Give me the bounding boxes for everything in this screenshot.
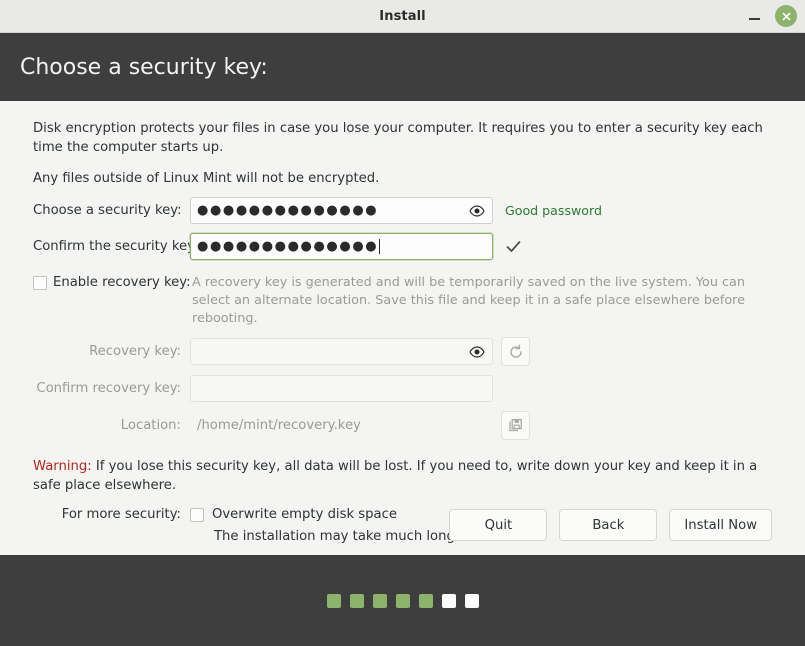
install-window: Install Choose a security key: Disk encr… bbox=[0, 0, 805, 646]
minimize-icon[interactable] bbox=[745, 7, 763, 25]
eye-icon[interactable] bbox=[469, 203, 485, 219]
password-strength-text: Good password bbox=[505, 203, 602, 218]
security-key-value: ●●●●●●●●●●●●●● bbox=[197, 204, 378, 217]
confirm-key-row: Confirm the security key: ●●●●●●●●●●●●●● bbox=[33, 233, 772, 260]
security-key-row: Choose a security key: ●●●●●●●●●●●●●● Go… bbox=[33, 197, 772, 224]
confirm-key-input[interactable]: ●●●●●●●●●●●●●● bbox=[190, 233, 493, 260]
back-button[interactable]: Back bbox=[559, 509, 657, 541]
security-key-input[interactable]: ●●●●●●●●●●●●●● bbox=[190, 197, 493, 224]
enable-recovery-label: Enable recovery key: bbox=[53, 275, 191, 290]
quit-button[interactable]: Quit bbox=[449, 509, 547, 541]
enable-recovery-group[interactable]: Enable recovery key: bbox=[33, 274, 190, 290]
confirm-recovery-key-row: Confirm recovery key: bbox=[33, 375, 772, 402]
progress-dot-completed bbox=[396, 594, 410, 608]
recovery-description: A recovery key is generated and will be … bbox=[190, 274, 762, 328]
confirm-key-value: ●●●●●●●●●●●●●● bbox=[197, 240, 378, 253]
progress-dot-completed bbox=[350, 594, 364, 608]
progress-dot-completed bbox=[373, 594, 387, 608]
titlebar-buttons bbox=[745, 0, 797, 32]
location-value: /home/mint/recovery.key bbox=[190, 418, 493, 433]
progress-dot-completed bbox=[327, 594, 341, 608]
install-now-button[interactable]: Install Now bbox=[669, 509, 772, 541]
enable-recovery-checkbox[interactable] bbox=[33, 276, 47, 290]
progress-indicator bbox=[327, 594, 479, 608]
window-title: Install bbox=[0, 9, 805, 24]
intro-paragraph-1: Disk encryption protects your files in c… bbox=[33, 119, 772, 157]
overwrite-disk-label: Overwrite empty disk space bbox=[212, 507, 397, 522]
security-key-label: Choose a security key: bbox=[33, 203, 190, 218]
action-buttons: Quit Back Install Now bbox=[449, 509, 772, 541]
confirm-key-label: Confirm the security key: bbox=[33, 239, 190, 254]
confirm-recovery-key-input[interactable] bbox=[190, 375, 493, 402]
progress-dot-pending bbox=[465, 594, 479, 608]
eye-icon[interactable] bbox=[469, 344, 485, 360]
more-security-label: For more security: bbox=[33, 507, 190, 522]
page-header: Choose a security key: bbox=[0, 33, 805, 101]
close-icon[interactable] bbox=[775, 5, 797, 27]
text-caret bbox=[379, 239, 380, 254]
warning-prefix: Warning: bbox=[33, 459, 92, 474]
overwrite-disk-checkbox[interactable] bbox=[190, 508, 204, 522]
main-content: Disk encryption protects your files in c… bbox=[0, 101, 805, 555]
location-label: Location: bbox=[33, 418, 190, 433]
save-icon[interactable] bbox=[501, 411, 530, 440]
page-title: Choose a security key: bbox=[20, 55, 268, 80]
intro-paragraph-2: Any files outside of Linux Mint will not… bbox=[33, 169, 772, 188]
refresh-icon[interactable] bbox=[501, 337, 530, 366]
progress-dot-pending bbox=[442, 594, 456, 608]
progress-dot-completed bbox=[419, 594, 433, 608]
recovery-key-label: Recovery key: bbox=[33, 344, 190, 359]
checkmark-icon bbox=[505, 238, 522, 255]
enable-recovery-row: Enable recovery key: A recovery key is g… bbox=[33, 274, 772, 328]
warning-text: Warning: If you lose this security key, … bbox=[33, 457, 768, 495]
footer bbox=[0, 555, 805, 646]
location-row: Location: /home/mint/recovery.key bbox=[33, 411, 772, 440]
confirm-recovery-key-label: Confirm recovery key: bbox=[33, 381, 190, 396]
recovery-key-input[interactable] bbox=[190, 338, 493, 365]
recovery-key-row: Recovery key: bbox=[33, 337, 772, 366]
titlebar: Install bbox=[0, 0, 805, 33]
warning-body: If you lose this security key, all data … bbox=[33, 459, 757, 493]
